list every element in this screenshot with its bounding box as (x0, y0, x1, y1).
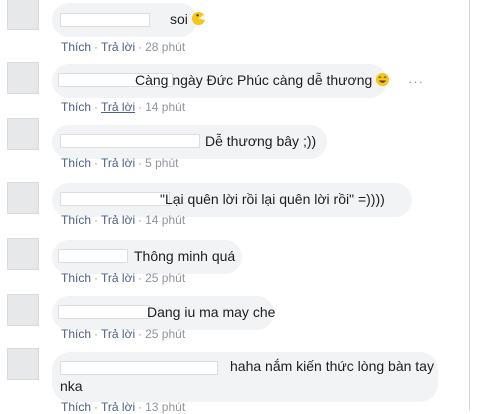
reply-link[interactable]: Trả lời (101, 271, 135, 285)
comment-actions: Thích · Trả lời · 14 phút (61, 100, 186, 114)
timestamp[interactable]: 25 phút (145, 271, 185, 285)
comment-bubble: "Lại quên lời rồi lại quên lời rồi" =)))… (52, 183, 412, 217)
comment-actions: Thích · Trả lời · 14 phút (61, 213, 186, 227)
like-link[interactable]: Thích (61, 156, 91, 170)
avatar[interactable] (7, 62, 39, 94)
reply-link[interactable]: Trả lời (101, 400, 135, 414)
timestamp[interactable]: 13 phút (145, 400, 185, 414)
comment-text: haha nắm kiến thức lòng bàn tay (230, 358, 434, 374)
comment-actions: Thích · Trả lời · 13 phút (61, 400, 186, 414)
author-name-redacted[interactable] (60, 192, 170, 206)
reply-link[interactable]: Trả lời (101, 327, 135, 341)
comment-text: soi (170, 11, 206, 27)
author-name-redacted[interactable] (60, 13, 150, 27)
avatar[interactable] (7, 118, 39, 150)
author-name-redacted[interactable] (58, 305, 150, 319)
avatar[interactable] (7, 182, 39, 214)
laughing-face-emoji (376, 72, 390, 87)
avatar[interactable] (7, 348, 39, 380)
comment-text: Càng ngày Đức Phúc càng dễ thương (135, 72, 390, 88)
comment-bubble: soi (52, 3, 205, 37)
like-link[interactable]: Thích (61, 271, 91, 285)
like-link[interactable]: Thích (61, 40, 91, 54)
more-options-icon[interactable]: ··· (408, 74, 424, 89)
comment-actions: Thích · Trả lời · 28 phút (61, 40, 186, 54)
comment-bubble: Thông minh quá (52, 240, 242, 274)
like-link[interactable]: Thích (61, 327, 91, 341)
comment-actions: Thích · Trả lời · 5 phút (61, 156, 179, 170)
author-name-redacted[interactable] (60, 134, 200, 148)
comment-text: Thông minh quá (134, 248, 236, 264)
comment-text-continued: nka (60, 378, 83, 394)
comment-bubble: Dễ thương bây ;)) (52, 125, 327, 159)
reply-link[interactable]: Trả lời (101, 213, 135, 227)
comment-text: Dễ thương bây ;)) (205, 133, 317, 149)
comment-text: "Lại quên lời rồi lại quên lời rồi" =)))… (160, 191, 385, 207)
comment-bubble: Dang iu ma may che (52, 296, 276, 330)
comment-bubble: Càng ngày Đức Phúc càng dễ thương (52, 64, 390, 98)
reply-link[interactable]: Trả lời (101, 100, 135, 114)
timestamp[interactable]: 28 phút (145, 40, 185, 54)
avatar[interactable] (7, 0, 39, 30)
comment-text: Dang iu ma may che (147, 304, 276, 320)
timestamp[interactable]: 14 phút (145, 213, 185, 227)
comment-bubble: haha nắm kiến thức lòng bàn tay nka (52, 352, 438, 402)
panel-border (469, 0, 470, 410)
avatar[interactable] (7, 294, 39, 326)
like-link[interactable]: Thích (61, 400, 91, 414)
timestamp[interactable]: 25 phút (145, 327, 185, 341)
pacman-emoji (191, 11, 205, 26)
timestamp[interactable]: 14 phút (145, 100, 185, 114)
timestamp[interactable]: 5 phút (145, 156, 178, 170)
like-link[interactable]: Thích (61, 213, 91, 227)
comment-actions: Thích · Trả lời · 25 phút (61, 327, 186, 341)
like-link[interactable]: Thích (61, 100, 91, 114)
avatar[interactable] (7, 238, 39, 270)
author-name-redacted[interactable] (58, 249, 128, 263)
comment-actions: Thích · Trả lời · 25 phút (61, 271, 186, 285)
author-name-redacted[interactable] (60, 361, 218, 375)
reply-link[interactable]: Trả lời (101, 40, 135, 54)
reply-link[interactable]: Trả lời (101, 156, 135, 170)
